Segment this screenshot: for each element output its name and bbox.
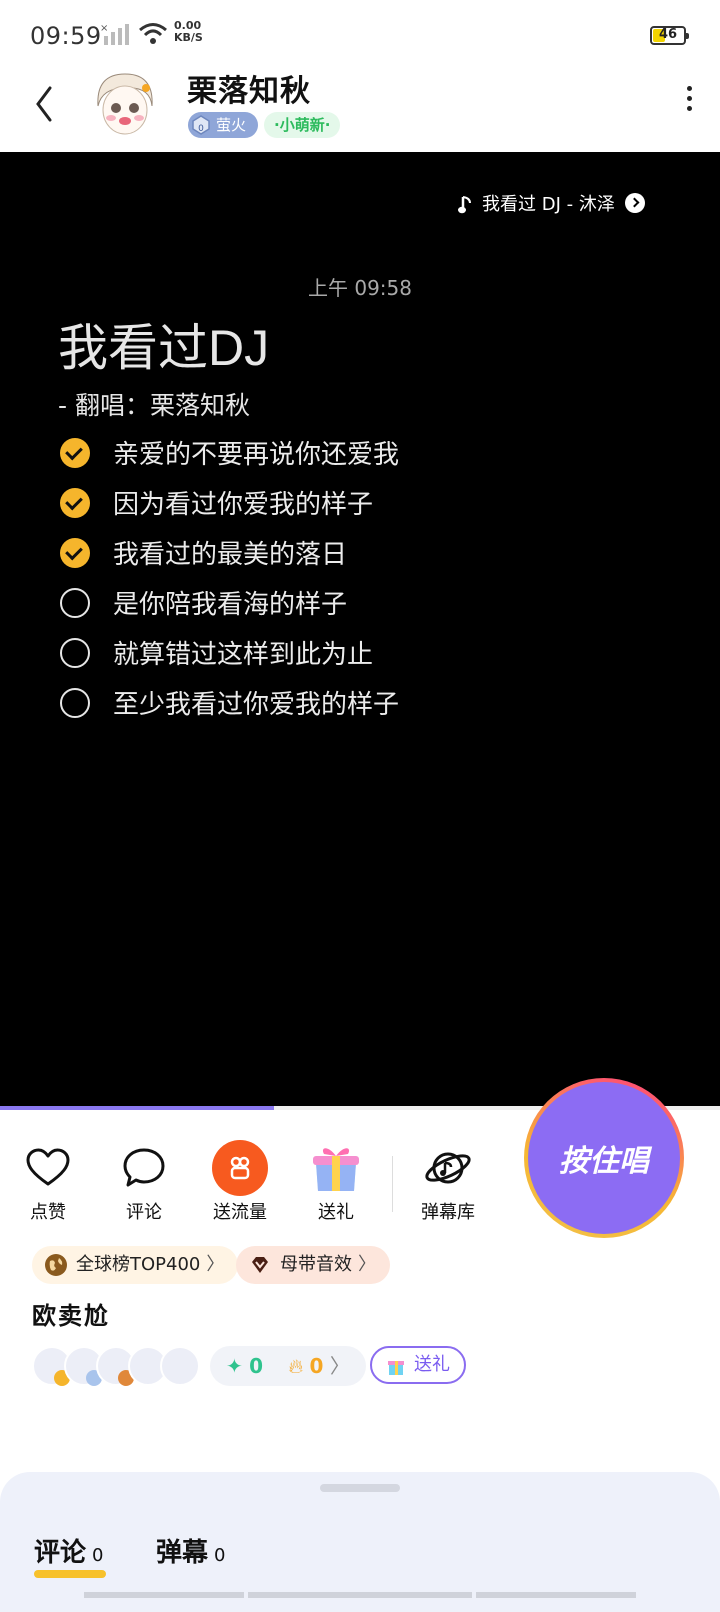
diamond-icon [252, 1257, 268, 1273]
send-traffic-button[interactable]: 送流量 [200, 1140, 280, 1224]
song-title: 我看过DJ [58, 320, 270, 376]
list-placeholder [84, 1592, 244, 1598]
audio-effect-chip[interactable]: 母带音效〉 [236, 1246, 390, 1284]
check-circle-icon[interactable] [60, 488, 90, 518]
chevron-right-icon [624, 193, 645, 213]
list-placeholder [248, 1592, 472, 1598]
flame-icon: 🔥︎ [288, 1354, 304, 1378]
send-gift-button[interactable]: 送礼 [370, 1346, 466, 1384]
top-fans[interactable] [32, 1346, 200, 1386]
hold-to-sing-button[interactable]: 按住唱 [524, 1078, 684, 1238]
fan-slot-5 [160, 1346, 200, 1386]
progress-fill [0, 1106, 274, 1110]
newbie-badge: ·小萌新· [264, 112, 341, 138]
globe-icon [45, 1254, 67, 1276]
level-badge[interactable]: 0 萤火 [188, 112, 259, 138]
empty-circle-icon[interactable] [60, 688, 90, 718]
empty-circle-icon[interactable] [60, 638, 90, 668]
traffic-icon [212, 1140, 268, 1196]
list-placeholder [476, 1592, 636, 1598]
danmu-library-button[interactable]: 弹幕库 [408, 1140, 488, 1224]
more-menu-icon[interactable] [684, 86, 694, 120]
gift-icon [388, 1361, 404, 1375]
lyric-text: 亲爱的不要再说你还爱我 [113, 440, 400, 470]
empty-circle-icon[interactable] [60, 588, 90, 618]
status-time: 09:59 [30, 22, 102, 50]
tab-danmu[interactable]: 弹幕 0 [156, 1532, 225, 1569]
lyric-text: 就算错过这样到此为止 [113, 640, 374, 670]
planet-icon [425, 1152, 471, 1184]
active-tab-indicator [34, 1570, 106, 1578]
username: 栗落知秋 [187, 74, 311, 109]
profile-header: 栗落知秋 0 萤火 ·小萌新· [0, 60, 720, 152]
section-title: 欧卖尬 [32, 1302, 110, 1330]
heart-icon [26, 1148, 70, 1186]
cover-credit: - 翻唱：栗落知秋 [58, 391, 250, 420]
post-stats[interactable]: ✦ 0 🔥︎ 0 〉 [210, 1346, 366, 1386]
lyric-text: 我看过的最美的落日 [113, 540, 348, 570]
lyric-text: 是你陪我看海的样子 [113, 590, 348, 620]
avatar[interactable] [88, 66, 162, 140]
check-circle-icon[interactable] [60, 538, 90, 568]
lyric-text: 至少我看过你爱我的样子 [113, 690, 400, 720]
back-icon[interactable] [32, 84, 56, 124]
signal-icon: × [100, 23, 129, 45]
drag-handle[interactable] [320, 1484, 400, 1492]
gift-button[interactable]: 送礼 [296, 1140, 376, 1224]
gift-box-icon [313, 1148, 359, 1191]
gem-icon: 0 [192, 115, 210, 135]
sparkle-icon: ✦ [226, 1354, 243, 1378]
lyric-panel[interactable]: 我看过 DJ - 沐泽 上午 09:58 我看过DJ - 翻唱：栗落知秋 亲爱的… [0, 152, 720, 1108]
tab-comments[interactable]: 评论 0 [34, 1532, 103, 1569]
like-button[interactable]: 点赞 [8, 1140, 88, 1224]
check-circle-icon[interactable] [60, 438, 90, 468]
song-link[interactable]: 我看过 DJ - 沐泽 [458, 190, 645, 216]
comment-sheet: 评论 0 弹幕 0 [0, 1472, 720, 1612]
comment-icon [123, 1148, 165, 1187]
wifi-icon [139, 23, 167, 44]
battery-icon: 46 [650, 26, 689, 45]
music-note-icon [458, 196, 471, 214]
divider [392, 1156, 393, 1212]
global-rank-chip[interactable]: 全球榜TOP400 〉 [32, 1246, 239, 1284]
net-speed: 0.00 KB/S [174, 19, 203, 44]
lyric-text: 因为看过你爱我的样子 [113, 490, 374, 520]
post-timestamp: 上午 09:58 [308, 276, 412, 300]
comment-button[interactable]: 评论 [104, 1140, 184, 1224]
svg-text:×: × [100, 23, 108, 34]
svg-text:0: 0 [198, 124, 204, 134]
